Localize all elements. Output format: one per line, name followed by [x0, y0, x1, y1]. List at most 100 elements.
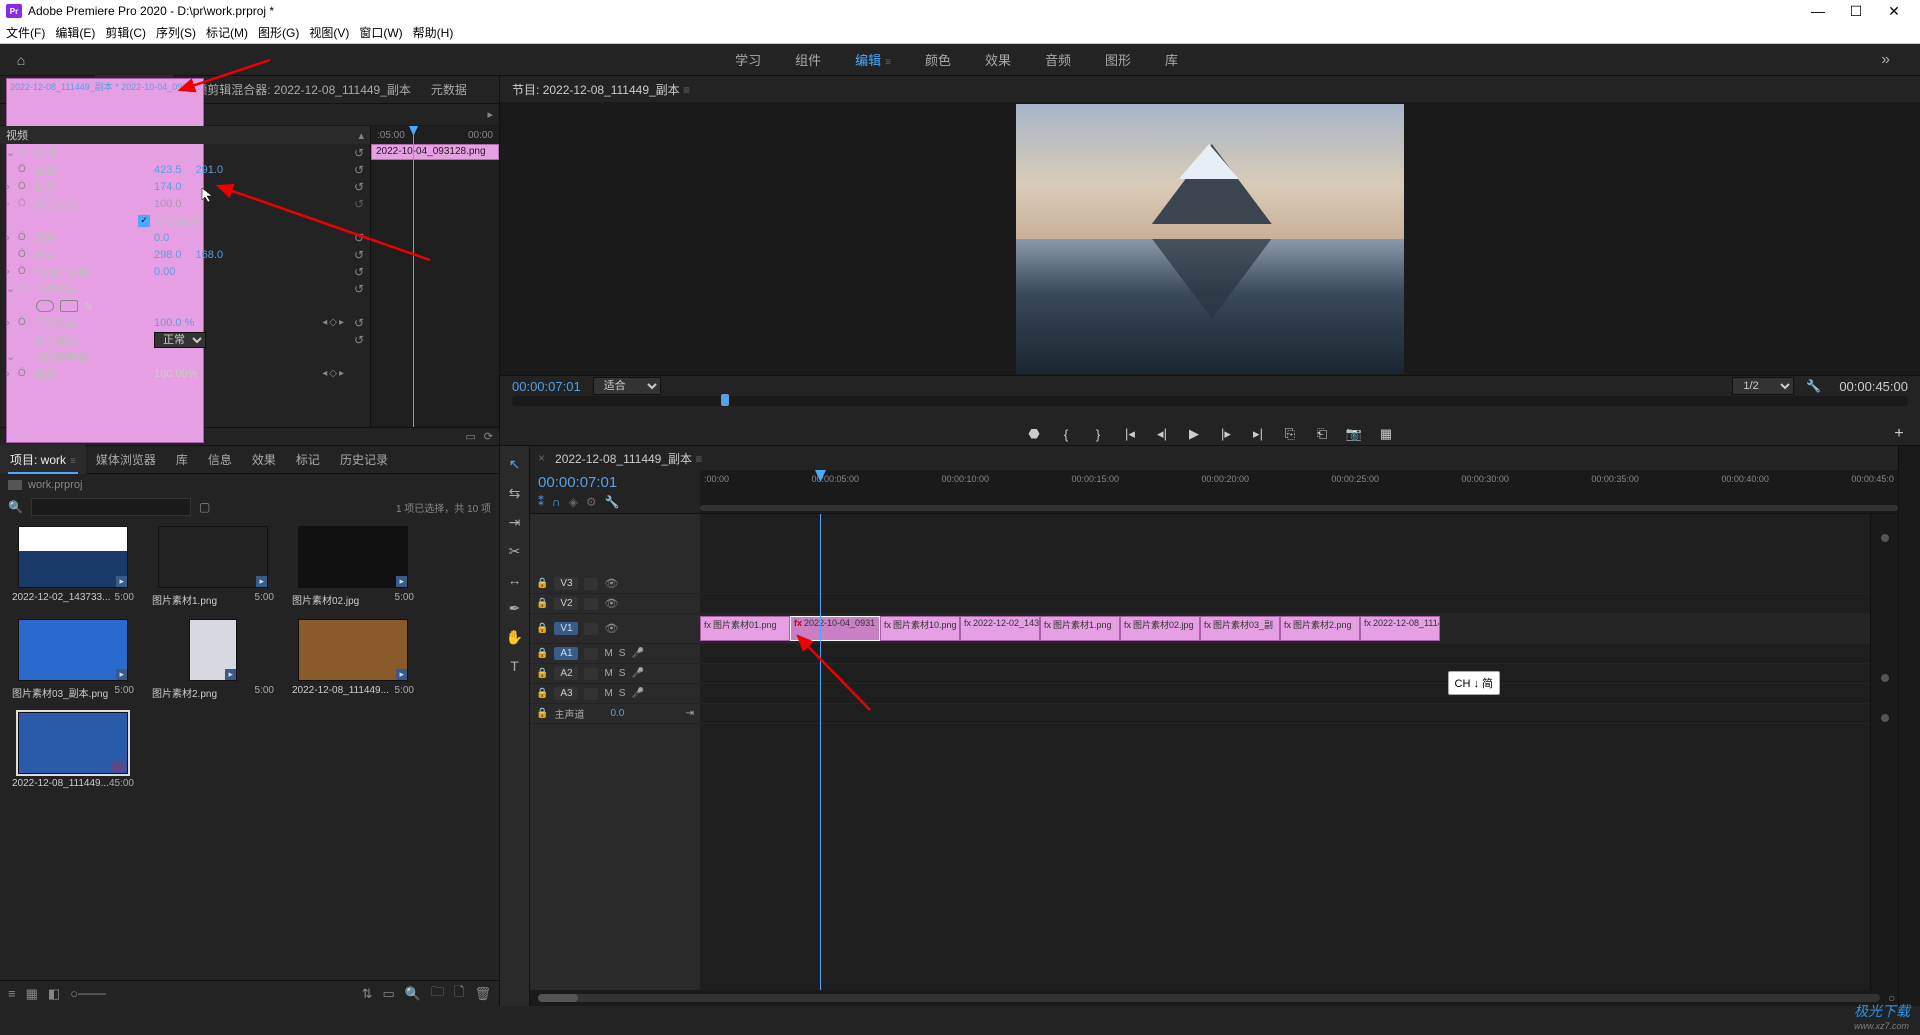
eye-icon[interactable]: 👁 — [604, 597, 618, 610]
position-x[interactable]: 423.5 — [154, 164, 182, 176]
stopwatch-icon[interactable]: Ö — [18, 249, 34, 260]
timeline-ruler[interactable]: :00:0000:00:05:0000:00:10:0000:00:15:000… — [700, 470, 1898, 513]
step-forward-icon[interactable]: |▸ — [1217, 426, 1235, 442]
workspace-audio[interactable]: 音频 — [1043, 46, 1073, 73]
menu-view[interactable]: 视图(V) — [309, 24, 349, 41]
workspace-graphics[interactable]: 图形 — [1103, 46, 1133, 73]
tab-history[interactable]: 历史记录 — [330, 445, 398, 474]
anchor-y[interactable]: 168.0 — [196, 249, 224, 261]
project-item[interactable]: ▸ 2022-12-02_143733...5:00 — [8, 526, 138, 607]
timeline-clip[interactable]: fx图片素材01.png — [700, 616, 790, 641]
track-toggle[interactable] — [584, 668, 598, 680]
list-view-icon[interactable]: ≡ — [8, 986, 16, 1001]
tab-info[interactable]: 信息 — [198, 445, 242, 474]
resolution-select[interactable]: 1/2 — [1732, 377, 1794, 395]
menu-graphics[interactable]: 图形(G) — [258, 24, 299, 41]
timeline-clip[interactable]: fx图片素材02.jpg — [1120, 616, 1200, 641]
eye-icon[interactable]: 👁 — [604, 622, 618, 635]
go-to-in-icon[interactable]: |◂ — [1121, 426, 1139, 442]
freeform-view-icon[interactable]: ◧ — [48, 986, 60, 1002]
lock-icon[interactable]: 🔒 — [536, 578, 548, 589]
workspace-effects[interactable]: 效果 — [983, 46, 1013, 73]
track-lane-v3[interactable] — [700, 574, 1870, 594]
tab-media-browser[interactable]: 媒体浏览器 — [86, 445, 166, 474]
menu-clip[interactable]: 剪辑(C) — [105, 24, 146, 41]
marker-icon[interactable]: ◈ — [569, 495, 578, 509]
speed-value[interactable]: 100.00% — [154, 368, 197, 380]
project-thumbnail[interactable]: ▸ — [18, 526, 128, 588]
timeline-timecode[interactable]: 00:00:07:01 — [538, 474, 692, 491]
fx-badge[interactable]: fx — [18, 283, 34, 294]
scrubber-handle[interactable] — [721, 394, 729, 406]
project-item[interactable]: ▸ 图片素材03_副本.png5:00 — [8, 619, 138, 700]
reset-icon[interactable]: ↺ — [354, 333, 364, 347]
timeline-vertical-scroll[interactable] — [1870, 514, 1898, 990]
lock-icon[interactable]: 🔒 — [536, 623, 548, 634]
track-a2[interactable]: A2 — [554, 667, 578, 680]
project-item[interactable]: ▸ 图片素材1.png5:00 — [148, 526, 278, 607]
timeline-clip[interactable]: fx2022-12-02_1437 — [960, 616, 1040, 641]
stopwatch-icon[interactable]: Ö — [18, 164, 34, 175]
menu-sequence[interactable]: 序列(S) — [156, 24, 196, 41]
workspace-learn[interactable]: 学习 — [733, 46, 763, 73]
keyframe-nav[interactable]: ◂◇▸ — [322, 368, 344, 379]
track-toggle[interactable] — [584, 648, 598, 660]
workspace-color[interactable]: 颜色 — [923, 46, 953, 73]
go-to-out-icon[interactable]: ▸| — [1249, 426, 1267, 442]
mask-ellipse-icon[interactable] — [36, 300, 54, 312]
lift-icon[interactable]: ⎘ — [1281, 426, 1299, 442]
workspace-libraries[interactable]: 库 — [1163, 46, 1180, 73]
slip-tool[interactable]: ↔ — [506, 572, 524, 588]
minimize-button[interactable]: — — [1808, 3, 1828, 20]
stopwatch-icon[interactable]: Ö — [18, 317, 34, 328]
reset-icon[interactable]: ↺ — [354, 265, 364, 279]
timeline-playhead[interactable] — [820, 514, 821, 990]
voice-icon[interactable]: 🎤 — [631, 688, 643, 699]
position-y[interactable]: 291.0 — [196, 164, 224, 176]
lock-icon[interactable]: 🔒 — [536, 668, 548, 679]
track-a1[interactable]: A1 — [554, 647, 578, 660]
ec-settings-icon[interactable]: ⟳ — [484, 430, 493, 443]
zoom-slider[interactable]: ○─── — [70, 986, 105, 1001]
extract-icon[interactable]: ⎗ — [1313, 426, 1331, 442]
timeline-work-area[interactable] — [700, 505, 1898, 511]
timeline-clip[interactable]: fx2022-10-04_0931 — [790, 616, 880, 641]
stopwatch-icon[interactable]: Ö — [18, 232, 34, 243]
project-search-input[interactable] — [31, 498, 191, 516]
reset-icon[interactable]: ↺ — [354, 282, 364, 296]
antiflicker-value[interactable]: 0.00 — [154, 266, 175, 278]
voice-icon[interactable]: 🎤 — [631, 668, 643, 679]
mini-playhead[interactable] — [413, 126, 414, 427]
menu-window[interactable]: 窗口(W) — [359, 24, 402, 41]
snap-icon[interactable]: ⁑ — [538, 495, 544, 509]
maximize-button[interactable]: ☐ — [1846, 3, 1866, 20]
timeline-clip[interactable]: fx图片素材03_副 — [1200, 616, 1280, 641]
project-thumbnail[interactable]: ▸ — [298, 526, 408, 588]
program-monitor-viewport[interactable] — [500, 102, 1920, 375]
reset-icon[interactable]: ↺ — [354, 316, 364, 330]
uniform-scale-checkbox[interactable]: ✓ — [138, 215, 150, 227]
timeline-clip[interactable]: fx图片素材10.png — [880, 616, 960, 641]
track-lane-v2[interactable] — [700, 594, 1870, 614]
tab-audio-mixer[interactable]: 音频剪辑混合器: 2022-12-08_111449_副本 — [173, 75, 421, 104]
zoom-thumb[interactable] — [538, 994, 578, 1002]
delete-icon[interactable]: 🗑 — [474, 986, 491, 1002]
ec-zoom-icon[interactable]: ▭ — [465, 430, 475, 443]
project-item[interactable]: ▸ 2022-12-08_111449...5:00 — [288, 619, 418, 700]
mark-out-button[interactable]: } — [1089, 427, 1107, 442]
track-toggle[interactable] — [584, 688, 598, 700]
project-item[interactable]: ▸ 图片素材2.png5:00 — [148, 619, 278, 700]
eye-icon[interactable]: 👁 — [604, 577, 618, 590]
project-item[interactable]: 2022-12-08_111449...45:00 — [8, 712, 138, 789]
keyframe-nav[interactable]: ◂◇▸ — [322, 317, 344, 328]
razor-tool[interactable]: ✂ — [506, 543, 524, 560]
tab-libraries[interactable]: 库 — [166, 445, 198, 474]
reset-icon[interactable]: ↺ — [354, 163, 364, 177]
fx-badge[interactable]: fx — [18, 147, 34, 158]
icon-view-icon[interactable]: ▦ — [26, 986, 38, 1002]
track-lane-a1[interactable] — [700, 644, 1870, 664]
timeline-zoom-scrollbar[interactable] — [538, 994, 1880, 1002]
stopwatch-icon[interactable]: Ö — [18, 266, 34, 277]
mask-rect-icon[interactable] — [60, 300, 78, 312]
pen-tool[interactable]: ✒ — [506, 600, 524, 617]
